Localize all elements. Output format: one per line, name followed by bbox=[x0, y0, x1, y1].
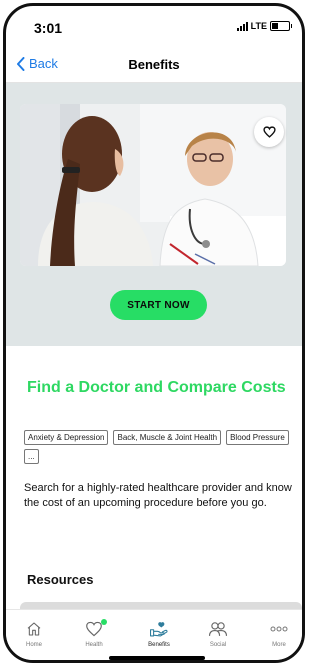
tab-social[interactable]: Social bbox=[193, 618, 243, 648]
tab-home[interactable]: Home bbox=[9, 618, 59, 648]
tab-more[interactable]: More bbox=[254, 618, 302, 648]
doctor-consultation-image bbox=[20, 104, 286, 266]
resources-heading: Resources bbox=[27, 572, 94, 587]
home-icon bbox=[27, 622, 41, 636]
tab-social-label: Social bbox=[209, 642, 227, 648]
tab-benefits-label: Benefits bbox=[148, 642, 170, 648]
benefit-description: Search for a highly-rated healthcare pro… bbox=[24, 482, 292, 509]
network-label: LTE bbox=[250, 21, 267, 31]
tab-benefits[interactable]: Benefits bbox=[134, 618, 184, 648]
tab-bar: Home Health Benefits Social More bbox=[6, 609, 302, 660]
status-indicators: LTE bbox=[236, 21, 292, 31]
tag-more-ellipsis[interactable]: ... bbox=[24, 449, 39, 464]
tag-list: Anxiety & Depression Back, Muscle & Join… bbox=[24, 430, 294, 464]
benefits-hand-icon bbox=[150, 622, 168, 637]
battery-icon bbox=[270, 21, 292, 31]
phone-frame: 3:01 LTE Back Benefits START NOW Find a … bbox=[3, 3, 305, 663]
tag-back-muscle-joint[interactable]: Back, Muscle & Joint Health bbox=[113, 430, 222, 445]
tab-home-label: Home bbox=[25, 642, 42, 648]
home-indicator bbox=[109, 656, 205, 660]
health-badge-dot bbox=[101, 619, 107, 625]
favorite-button[interactable] bbox=[254, 117, 284, 147]
tag-anxiety-depression[interactable]: Anxiety & Depression bbox=[24, 430, 109, 445]
signal-icon bbox=[236, 21, 248, 31]
tab-health[interactable]: Health bbox=[69, 618, 119, 648]
benefit-heading: Find a Doctor and Compare Costs bbox=[27, 379, 286, 396]
tab-health-label: Health bbox=[85, 642, 103, 648]
more-dots-icon bbox=[270, 626, 288, 632]
page-title: Benefits bbox=[128, 57, 180, 72]
heart-outline-icon bbox=[262, 126, 276, 138]
start-now-button[interactable]: START NOW bbox=[110, 290, 207, 320]
status-time: 3:01 bbox=[34, 20, 63, 36]
hero-section: START NOW bbox=[6, 83, 302, 346]
tab-more-label: More bbox=[272, 642, 286, 648]
heart-icon bbox=[86, 621, 102, 637]
nav-bar: Back Benefits bbox=[6, 46, 302, 83]
status-bar: 3:01 LTE bbox=[6, 6, 302, 46]
tag-blood-pressure[interactable]: Blood Pressure bbox=[226, 430, 289, 445]
people-icon bbox=[208, 622, 228, 636]
